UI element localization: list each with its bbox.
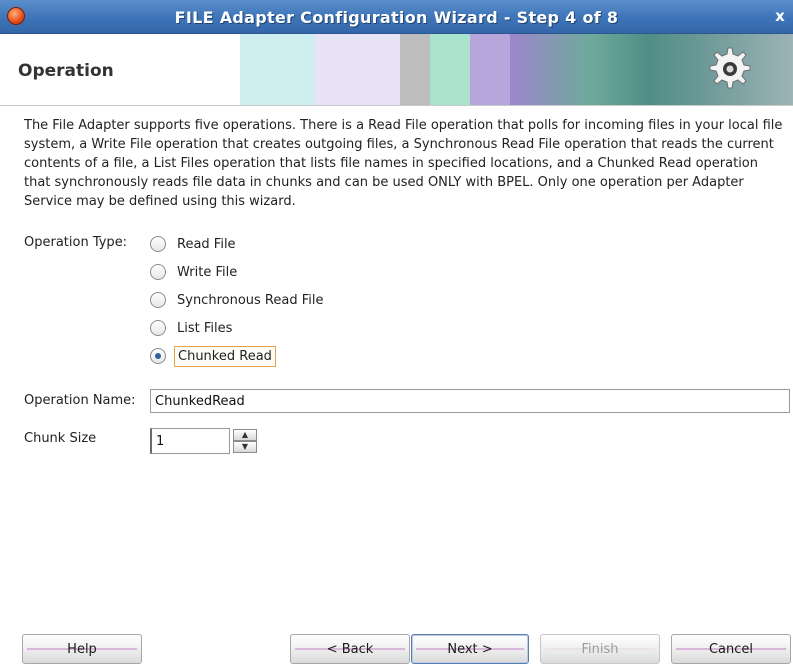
- radio-label: Synchronous Read File: [177, 292, 324, 308]
- radio-chunked-read[interactable]: Chunked Read: [150, 345, 276, 367]
- wizard-header: Operation: [0, 34, 793, 106]
- next-button[interactable]: Next >: [411, 634, 529, 664]
- spinner-up-icon[interactable]: ▲: [233, 429, 257, 441]
- help-button[interactable]: Help: [22, 634, 142, 664]
- operation-type-label: Operation Type:: [24, 235, 128, 250]
- radio-button[interactable]: [150, 320, 166, 336]
- operation-description: The File Adapter supports five operation…: [24, 118, 783, 209]
- gear-icon: [709, 47, 751, 89]
- cancel-button-label: Cancel: [708, 641, 754, 657]
- radio-label: Write File: [177, 264, 238, 280]
- header-banner: [240, 34, 793, 105]
- spinner-down-icon[interactable]: ▼: [233, 441, 257, 453]
- radio-button-checked[interactable]: [150, 348, 166, 364]
- radio-label: Chunked Read: [174, 345, 276, 367]
- chunk-size-spinner[interactable]: ▲ ▼: [150, 428, 260, 454]
- radio-write-file[interactable]: Write File: [150, 261, 240, 283]
- next-button-label: Next >: [447, 641, 493, 657]
- title-bar: FILE Adapter Configuration Wizard - Step…: [0, 0, 793, 34]
- finish-button[interactable]: Finish: [540, 634, 660, 664]
- radio-read-file[interactable]: Read File: [150, 233, 239, 255]
- back-button[interactable]: < Back: [290, 634, 410, 664]
- radio-synchronous-read-file[interactable]: Synchronous Read File: [150, 289, 326, 311]
- window-title: FILE Adapter Configuration Wizard - Step…: [174, 8, 619, 27]
- radio-button[interactable]: [150, 264, 166, 280]
- chunk-size-label: Chunk Size: [24, 431, 97, 446]
- radio-list-files[interactable]: List Files: [150, 317, 235, 339]
- radio-label: List Files: [177, 320, 233, 336]
- close-icon[interactable]: x: [769, 5, 791, 27]
- page-title: Operation: [18, 61, 114, 81]
- radio-label: Read File: [177, 236, 236, 252]
- finish-button-label: Finish: [581, 641, 619, 657]
- radio-button[interactable]: [150, 292, 166, 308]
- radio-button[interactable]: [150, 236, 166, 252]
- cancel-button[interactable]: Cancel: [671, 634, 791, 664]
- back-button-label: < Back: [326, 641, 374, 657]
- operation-name-field[interactable]: [150, 389, 790, 413]
- chunk-size-field[interactable]: [150, 428, 230, 454]
- operation-name-label: Operation Name:: [24, 393, 136, 408]
- help-button-label: Help: [67, 641, 97, 657]
